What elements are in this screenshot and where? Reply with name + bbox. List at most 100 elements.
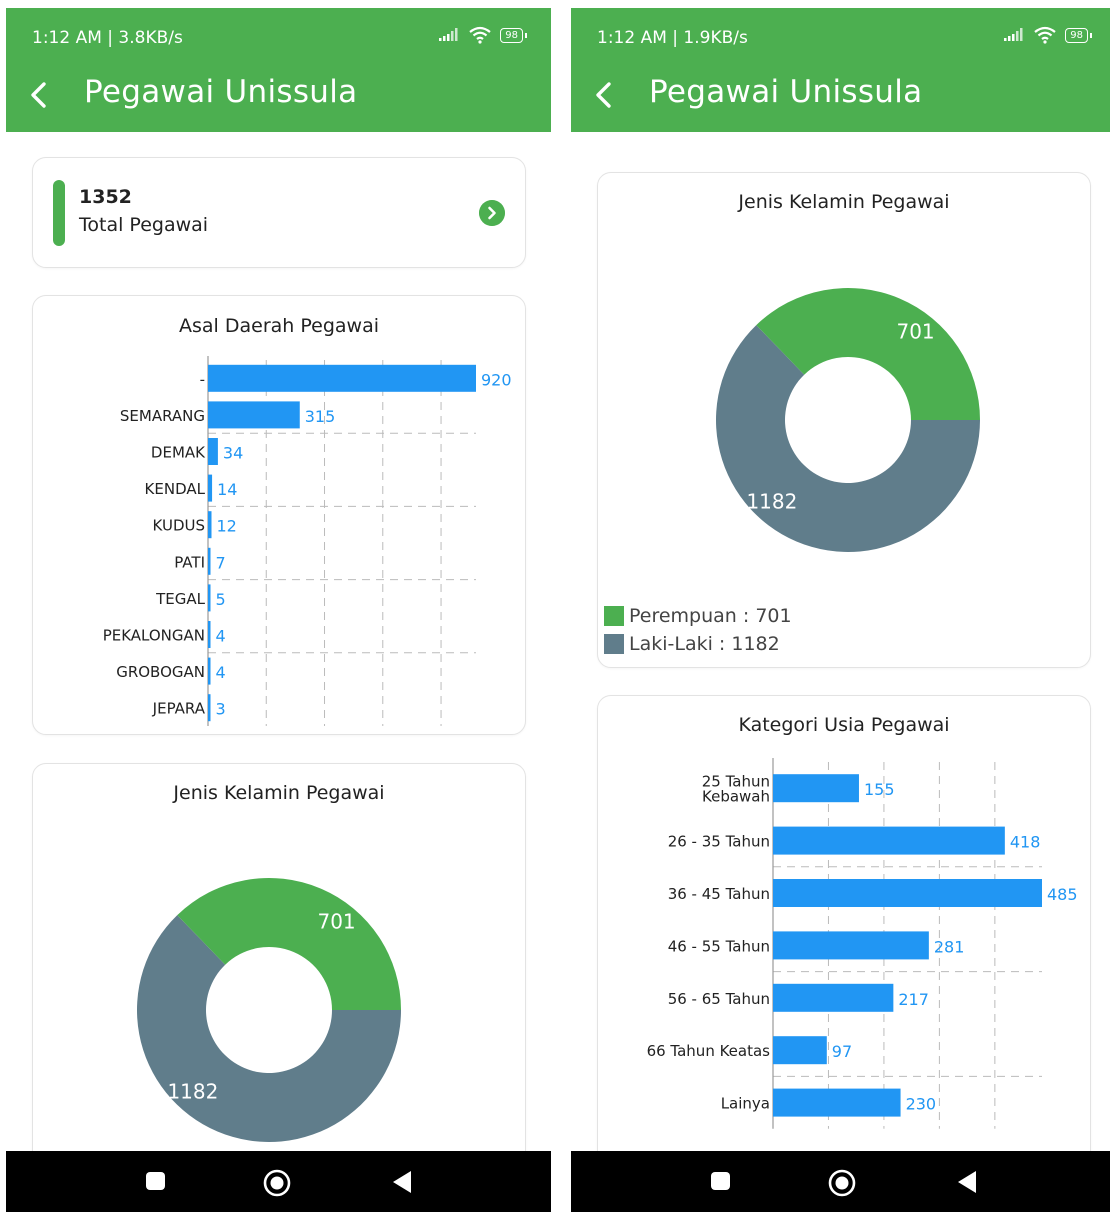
legend-item-laki-laki: Laki-Laki : 1182 [604,633,780,655]
bar [773,931,929,960]
category-label: SEMARANG [120,407,205,425]
signal-icon [439,28,458,41]
gender-chart-card: Jenis Kelamin Pegawai 1182 701 [32,763,526,1185]
status-icons: 98 [438,26,527,44]
legend-swatch [604,606,624,626]
battery-icon: 98 [500,27,527,43]
donut-slice [756,288,980,420]
page-title: Pegawai Unissula [649,74,923,110]
status-icons: 98 [1003,26,1092,44]
category-label: - [200,370,205,388]
signal-icon [1004,28,1023,41]
age-chart-card: Kategori Usia Pegawai 25 Tahun Kebawah 155… [597,695,1091,1197]
bar [773,983,894,1012]
bar [773,826,1005,855]
value-label: 14 [217,480,237,499]
bar [208,401,300,429]
bar [208,621,211,648]
gender-donut-chart: 1182 701 [716,288,980,552]
value-label: 3 [216,700,226,719]
category-label: PEKALONGAN [103,627,205,645]
value-label: 34 [223,444,243,463]
total-value: 1352 [79,186,132,208]
value-label: 230 [906,1095,937,1114]
recent-apps-icon[interactable] [144,1169,168,1193]
back-nav-icon[interactable] [955,1169,979,1195]
category-label: Lainya [721,1095,770,1113]
wifi-icon [1034,26,1056,44]
status-bar: 1:12 AM | 1.9KB/s 98 [571,8,1110,60]
category-label: 66 Tahun Keatas [647,1042,771,1060]
accent-bar [53,180,65,246]
value-label: 281 [934,937,965,956]
bar [208,694,211,722]
category-label: 36 - 45 Tahun [668,885,770,903]
legend-label: Laki-Laki : 1182 [629,633,780,655]
category-label: JEPARA [152,700,206,718]
slice-label: 1182 [746,489,797,513]
status-time: 1:12 AM | 1.9KB/s [597,28,748,48]
slice-label: 701 [896,319,934,343]
value-label: 97 [832,1042,852,1061]
bar [208,474,213,502]
status-bar: 1:12 AM | 3.8KB/s 98 [6,8,551,60]
gender-donut-chart: 1182 701 [137,878,402,1142]
back-arrow-icon[interactable] [589,78,619,112]
slice-label: 701 [317,909,355,933]
page-title: Pegawai Unissula [84,74,358,110]
app-bar: Pegawai Unissula [6,60,551,132]
total-employee-card[interactable]: 1352 Total Pegawai [32,157,526,268]
value-label: 12 [216,517,236,536]
value-label: 4 [216,627,226,646]
phone-screen-left: 1:12 AM | 3.8KB/s 98 Pegawai Unissula 13… [6,8,551,1212]
value-label: 485 [1047,885,1078,904]
value-label: 4 [216,663,226,682]
chevron-right-icon[interactable] [479,200,505,226]
system-nav-bar [6,1151,551,1212]
bar [208,657,211,685]
bar [208,511,212,539]
gender-chart-card: Jenis Kelamin Pegawai 1182 701 Perempuan … [597,172,1091,668]
value-label: 315 [305,407,336,426]
total-label: Total Pegawai [79,214,209,236]
category-label: Kebawah [702,788,770,806]
status-time: 1:12 AM | 3.8KB/s [32,28,183,48]
battery-icon: 98 [1065,27,1092,43]
category-label: DEMAK [151,444,206,462]
bar [773,1088,901,1117]
value-label: 7 [216,553,226,572]
bar [773,774,859,803]
value-label: 155 [864,780,895,799]
bar [773,879,1042,907]
bar [208,438,218,465]
category-label: TEGAL [155,590,206,608]
donut-slice [177,878,401,1010]
value-label: 5 [216,590,226,609]
region-chart-card: Asal Daerah Pegawai -920 SEMARANG 315 DEMAK… [32,295,526,735]
value-label: 418 [1010,833,1041,852]
category-label: PATI [174,553,205,571]
category-label: 46 - 55 Tahun [668,937,770,955]
category-label: 56 - 65 Tahun [668,990,770,1008]
value-label: 217 [898,990,929,1009]
region-bar-chart: -920SEMARANG 315DEMAK 34KENDAL 14KUDUS 12PAT… [103,356,512,726]
home-icon[interactable] [262,1169,292,1199]
legend-label: Perempuan : 701 [629,605,792,627]
bar [208,584,211,612]
category-label: GROBOGAN [116,663,205,681]
bar [208,547,211,575]
category-label: KENDAL [145,480,206,498]
app-bar: Pegawai Unissula [571,60,1110,132]
home-icon[interactable] [827,1169,857,1199]
category-label: KUDUS [153,517,205,535]
bar [773,1036,827,1065]
legend-swatch [604,634,624,654]
age-bar-chart: 25 TahunKebawah 15526 - 35 Tahun 41836 - 4… [647,758,1078,1129]
category-label: 26 - 35 Tahun [668,833,770,851]
recent-apps-icon[interactable] [709,1169,733,1193]
back-nav-icon[interactable] [390,1169,414,1195]
system-nav-bar [571,1151,1110,1212]
back-arrow-icon[interactable] [24,78,54,112]
slice-label: 1182 [167,1079,218,1103]
value-label: 920 [481,370,512,389]
